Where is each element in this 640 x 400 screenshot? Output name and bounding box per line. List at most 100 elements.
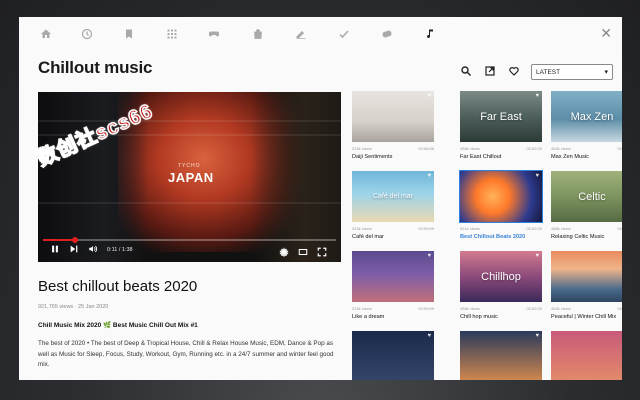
thumbnail-overlay-text: Max Zen [570,110,614,123]
apps-icon[interactable] [164,26,180,42]
card-views: 453k views [551,146,571,151]
bag-icon[interactable] [250,26,266,42]
card-duration: 00:52:34 [617,226,622,231]
bookmark-icon[interactable] [121,26,137,42]
thumbnail-overlay-text: Far East [480,110,522,123]
card-duration: 00:59:59 [418,306,434,311]
card-duration: 00:59:59 [418,226,434,231]
open-external-icon[interactable] [483,64,497,78]
card-title[interactable]: Café del mar [352,234,384,240]
card-title[interactable]: Peaceful | Winter Chill Mix [551,314,616,320]
card-meta: 458k views 00:52:00 [460,306,542,311]
thumbnail-overlay-text: Café del mar [372,193,414,200]
favorite-heart-icon[interactable]: ♥ [427,173,431,179]
thumbnail-overlay-text: Celtic [578,190,606,203]
video-thumbnail[interactable]: ♥ [352,251,434,302]
card-title[interactable]: Daiji Sentiments [352,154,392,160]
player-controls-right [279,244,327,262]
chevron-down-icon: ▾ [604,69,608,76]
video-meta: 921,765 views · 25 Jan 2020 [38,304,109,310]
card-duration: 00:52:24 [617,306,622,311]
video-thumbnail[interactable]: ♥ [551,331,622,380]
sort-select[interactable]: LATEST ▾ [531,64,613,80]
card-views: 458k views [460,306,480,311]
card-meta: 458k views 00:52:00 [460,146,542,151]
favorite-heart-icon[interactable]: ♥ [427,93,431,99]
app-panel: ✕ Chillout music LATEST ▾ TYCHO JAPAN 0:… [19,17,622,380]
fullscreen-icon[interactable] [317,244,327,262]
video-thumbnail[interactable]: Café del mar ♥ [352,171,434,222]
card-duration: 00:52:00 [526,306,542,311]
favorite-heart-icon[interactable]: ♥ [427,253,431,259]
pause-icon[interactable] [50,244,60,256]
favorite-heart-icon[interactable]: ♥ [535,173,539,179]
card-views: 453k views [551,306,571,311]
cloud-icon[interactable] [379,26,395,42]
video-thumbnail[interactable]: ♥ [460,331,542,380]
card-title[interactable]: Chill hop music [460,314,498,320]
top-nav: ✕ [19,17,622,51]
favorite-heart-icon[interactable]: ♥ [427,333,431,339]
page-title: Chillout music [38,58,153,77]
video-thumbnail[interactable]: ♥ [352,91,434,142]
card-views: 488k views [551,226,571,231]
card-views: 315k views [352,146,372,151]
card-meta: 453k views 00:52:24 [551,306,622,311]
gamepad-icon[interactable] [206,26,222,42]
video-title: Best chillout beats 2020 [38,278,198,295]
card-views: 921k views [460,226,480,231]
toolbar [459,64,521,78]
music-icon[interactable] [422,26,438,42]
card-duration: 00:58:56 [418,146,434,151]
history-icon[interactable] [79,26,95,42]
card-meta: 488k views 00:52:34 [551,226,622,231]
card-title[interactable]: Max Zen Music [551,154,589,160]
video-thumbnail[interactable]: ♥ [551,251,622,302]
progress-fill [43,239,75,241]
settings-icon[interactable] [279,244,289,262]
card-views: 243k views [352,226,372,231]
pen-icon[interactable] [293,26,309,42]
card-meta: 453k views 00:52:24 [551,146,622,151]
home-icon[interactable] [38,26,54,42]
card-meta: 315k views 00:58:56 [352,146,434,151]
close-icon[interactable]: ✕ [600,25,612,42]
card-views: 458k views [460,146,480,151]
favorite-heart-icon[interactable]: ♥ [535,333,539,339]
card-duration: 00:52:00 [526,146,542,151]
search-icon[interactable] [459,64,473,78]
card-title[interactable]: Best Chillout Beats 2020 [460,234,525,240]
miniplayer-icon[interactable] [298,244,308,262]
favorite-heart-icon[interactable]: ♥ [535,253,539,259]
favorite-heart-icon[interactable]: ♥ [535,93,539,99]
video-description: The best of 2020 • The best of Deep & Tr… [38,340,334,368]
card-meta: 921k views 00:52:00 [460,226,542,231]
card-title[interactable]: Relaxing Celtic Music [551,234,604,240]
card-title[interactable]: Far East Chillout [460,154,501,160]
check-icon[interactable] [336,26,352,42]
time-readout: 0:11 / 1:38 [107,247,133,253]
video-thumbnail[interactable]: Celtic♥ [551,171,622,222]
video-title-overlay: JAPAN [168,170,214,185]
video-thumbnail[interactable]: ♥ [459,170,543,223]
video-thumbnail[interactable]: Chillhop ♥ [460,251,542,302]
card-meta: 315k views 00:59:59 [352,306,434,311]
volume-icon[interactable] [88,244,98,256]
player-controls-left: 0:11 / 1:38 [50,244,133,256]
glitch-stripe [38,202,341,204]
video-player[interactable]: TYCHO JAPAN 0:11 / 1:38 [38,92,341,262]
card-title[interactable]: Like a dream [352,314,384,320]
video-artist-overlay: TYCHO [178,163,201,169]
progress-track[interactable] [43,239,336,241]
progress-handle[interactable] [72,237,78,243]
heart-icon[interactable] [507,64,521,78]
video-thumbnail[interactable]: Max Zen♥ [551,91,622,142]
card-meta: 243k views 00:59:59 [352,226,434,231]
video-thumbnail[interactable]: ♥ [352,331,434,380]
video-thumbnail[interactable]: Far East ♥ [460,91,542,142]
sort-select-value: LATEST [536,68,561,76]
card-duration: 00:52:00 [526,226,542,231]
description-title: Chill Music Mix 2020 🌿 Best Music Chill … [38,322,198,329]
card-views: 315k views [352,306,372,311]
skip-next-icon[interactable] [69,244,79,256]
